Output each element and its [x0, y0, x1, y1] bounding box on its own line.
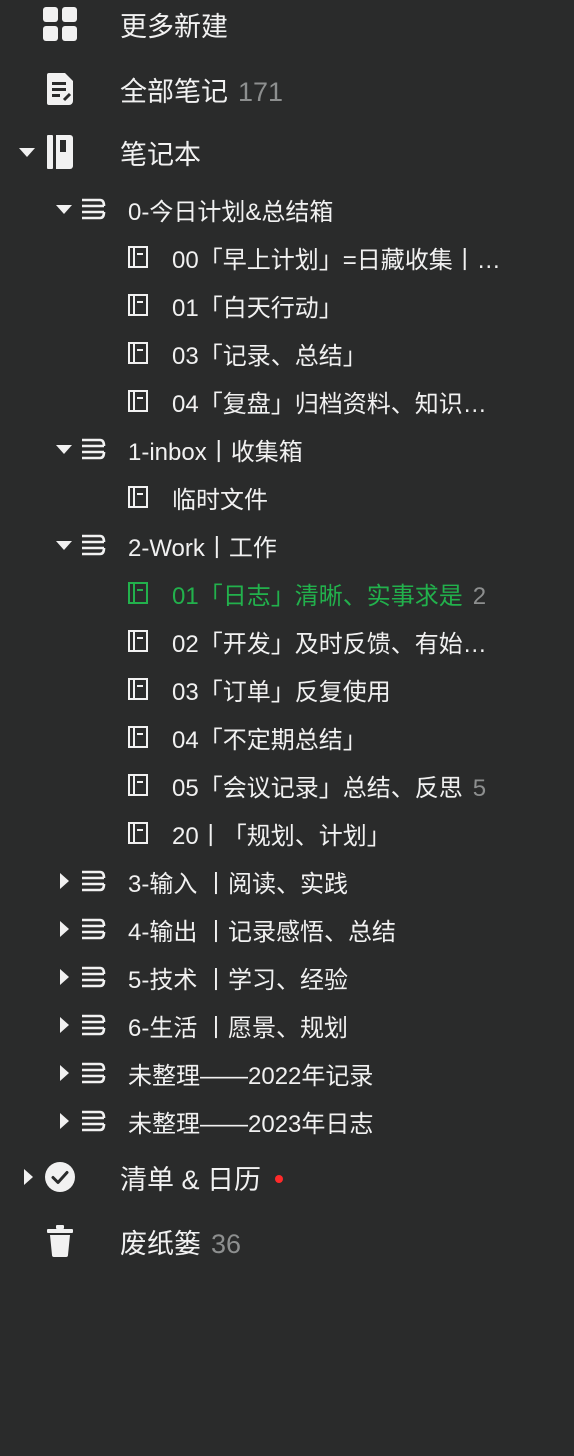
notebook-item[interactable]: 04「复盘」归档资料、知识… — [0, 381, 574, 421]
trash-label: 废纸篓 — [120, 1228, 201, 1259]
checkmark-circle-icon — [44, 1161, 76, 1193]
notification-dot — [275, 1174, 284, 1183]
stack-icon — [80, 869, 106, 893]
note-icon — [46, 72, 74, 106]
chevron-right-icon[interactable] — [60, 1113, 69, 1129]
notebook-group-label: 未整理——2023年日志 — [128, 1110, 374, 1138]
notebook-item-count: 5 — [472, 774, 487, 802]
notebook-item[interactable]: 临时文件 — [0, 477, 574, 517]
notebook-group[interactable]: 4-输出 丨记录感悟、总结 — [0, 909, 574, 949]
notebook-icon — [128, 726, 148, 748]
notebook-item-count: 2 — [472, 582, 487, 610]
notebook-group-label: 5-技术 丨学习、经验 — [128, 966, 349, 994]
notebook-group-label: 未整理——2022年记录 — [128, 1062, 374, 1090]
notebook-group[interactable]: 0-今日计划&总结箱 — [0, 189, 574, 229]
chevron-down-icon[interactable] — [56, 445, 72, 454]
stack-icon — [80, 1061, 106, 1085]
more-new-label: 更多新建 — [120, 11, 228, 42]
notebook-item-label: 04「复盘」归档资料、知识… — [172, 390, 487, 418]
notebook-item[interactable]: 02「开发」及时反馈、有始… — [0, 621, 574, 661]
checklist-label: 清单 & 日历 — [120, 1164, 262, 1195]
notebook-item-active[interactable]: 01「日志」清晰、实事求是 2 — [0, 573, 574, 613]
notebook-icon — [128, 486, 148, 508]
notes-sidebar: 更多新建 全部笔记 171 笔记本 0-今日计划&总结箱 00「早上计划」=日藏… — [0, 0, 574, 1456]
notebook-icon — [46, 134, 74, 170]
chevron-down-icon[interactable] — [56, 205, 72, 214]
notebook-group-label: 1-inbox丨收集箱 — [128, 438, 303, 466]
notebook-item-label: 03「记录、总结」 — [172, 342, 367, 370]
trash-icon — [46, 1224, 74, 1258]
notebook-item-label: 04「不定期总结」 — [172, 726, 367, 754]
notebook-icon — [128, 774, 148, 796]
notebook-group[interactable]: 1-inbox丨收集箱 — [0, 429, 574, 469]
chevron-down-icon[interactable] — [56, 541, 72, 550]
chevron-right-icon[interactable] — [24, 1169, 33, 1185]
notebook-item-label: 00「早上计划」=日藏收集丨… — [172, 246, 501, 274]
notebook-item[interactable]: 03「记录、总结」 — [0, 333, 574, 373]
notebook-group[interactable]: 未整理——2023年日志 — [0, 1101, 574, 1141]
grid-icon — [42, 6, 78, 42]
notebook-group[interactable]: 6-生活 丨愿景、规划 — [0, 1005, 574, 1045]
notebook-group-label: 2-Work丨工作 — [128, 534, 277, 562]
stack-icon — [80, 533, 106, 557]
notebooks-label: 笔记本 — [120, 139, 201, 170]
chevron-right-icon[interactable] — [60, 873, 69, 889]
notebook-group[interactable]: 3-输入 丨阅读、实践 — [0, 861, 574, 901]
stack-icon — [80, 1109, 106, 1133]
notebook-item[interactable]: 05「会议记录」总结、反思 5 — [0, 765, 574, 805]
notebook-icon — [128, 678, 148, 700]
notebook-group[interactable]: 未整理——2022年记录 — [0, 1053, 574, 1093]
chevron-right-icon[interactable] — [60, 1017, 69, 1033]
notebook-item[interactable]: 00「早上计划」=日藏收集丨… — [0, 237, 574, 277]
stack-icon — [80, 437, 106, 461]
notebook-icon — [128, 582, 148, 604]
notebook-item[interactable]: 20丨「规划、计划」 — [0, 813, 574, 853]
notebook-icon — [128, 390, 148, 412]
sidebar-item-more-new[interactable]: 更多新建 — [0, 0, 574, 48]
notebook-item[interactable]: 01「白天行动」 — [0, 285, 574, 325]
stack-icon — [80, 917, 106, 941]
notebook-icon — [128, 294, 148, 316]
chevron-down-icon[interactable] — [19, 148, 35, 157]
notebook-group-label: 3-输入 丨阅读、实践 — [128, 870, 349, 898]
chevron-right-icon[interactable] — [60, 1065, 69, 1081]
notebook-item[interactable]: 03「订单」反复使用 — [0, 669, 574, 709]
notebook-item-label: 20丨「规划、计划」 — [172, 822, 391, 850]
notebook-group-label: 6-生活 丨愿景、规划 — [128, 1014, 349, 1042]
sidebar-item-notebooks[interactable]: 笔记本 — [0, 128, 574, 176]
all-notes-count: 171 — [238, 76, 284, 107]
notebook-item[interactable]: 04「不定期总结」 — [0, 717, 574, 757]
notebook-icon — [128, 246, 148, 268]
stack-icon — [80, 197, 106, 221]
all-notes-label: 全部笔记 — [120, 76, 228, 107]
sidebar-item-all-notes[interactable]: 全部笔记 171 — [0, 65, 574, 113]
sidebar-item-checklist[interactable]: 清单 & 日历 — [0, 1153, 574, 1201]
notebook-group-label: 4-输出 丨记录感悟、总结 — [128, 918, 397, 946]
notebook-group[interactable]: 2-Work丨工作 — [0, 525, 574, 565]
notebook-icon — [128, 630, 148, 652]
stack-icon — [80, 965, 106, 989]
notebook-item-label: 01「白天行动」 — [172, 294, 343, 322]
trash-count: 36 — [211, 1228, 242, 1259]
sidebar-item-trash[interactable]: 废纸篓 36 — [0, 1217, 574, 1265]
chevron-right-icon[interactable] — [60, 921, 69, 937]
notebook-group[interactable]: 5-技术 丨学习、经验 — [0, 957, 574, 997]
notebook-item-label: 01「日志」清晰、实事求是 — [172, 582, 463, 610]
chevron-right-icon[interactable] — [60, 969, 69, 985]
notebook-icon — [128, 822, 148, 844]
notebook-group-label: 0-今日计划&总结箱 — [128, 198, 334, 226]
stack-icon — [80, 1013, 106, 1037]
notebook-item-label: 02「开发」及时反馈、有始… — [172, 630, 487, 658]
notebook-item-label: 临时文件 — [172, 486, 268, 514]
notebook-item-label: 03「订单」反复使用 — [172, 678, 391, 706]
notebook-icon — [128, 342, 148, 364]
notebook-item-label: 05「会议记录」总结、反思 — [172, 774, 463, 802]
